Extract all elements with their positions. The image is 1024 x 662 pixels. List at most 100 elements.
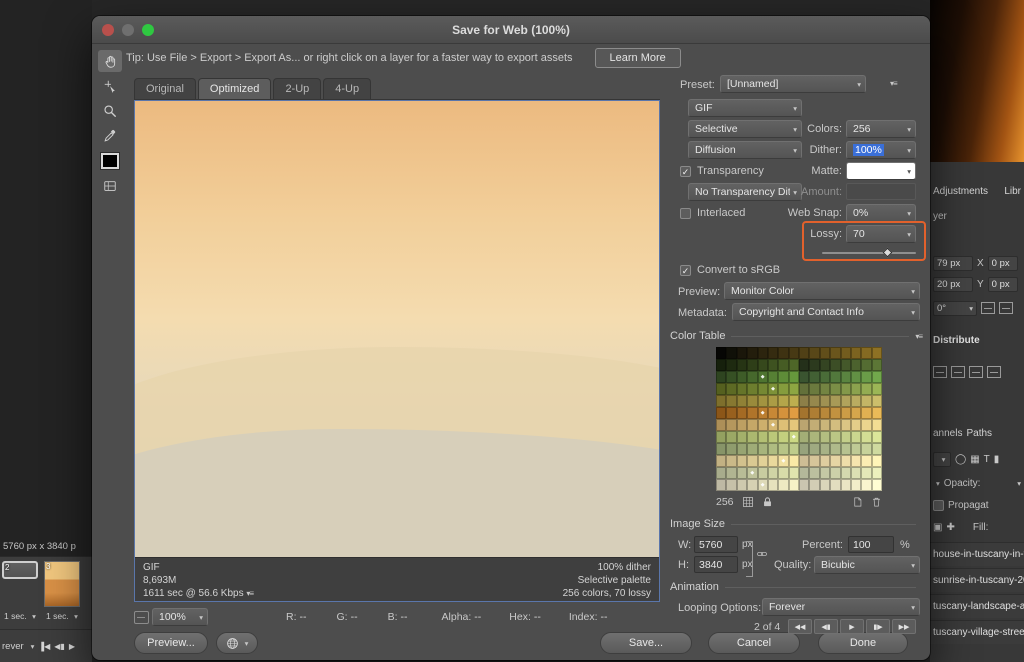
color-swatch[interactable] <box>820 467 830 479</box>
matte-swatch-select[interactable]: ▾ <box>846 162 916 180</box>
color-swatch[interactable] <box>716 347 726 359</box>
propagate-checkbox[interactable] <box>933 500 944 511</box>
color-swatch[interactable] <box>778 395 788 407</box>
color-swatch[interactable] <box>830 359 840 371</box>
layer-item[interactable]: tuscany-village-street- <box>930 620 1024 644</box>
color-swatch[interactable] <box>841 431 851 443</box>
color-swatch[interactable] <box>851 431 861 443</box>
color-swatch[interactable] <box>747 479 757 491</box>
color-swatch[interactable] <box>851 395 861 407</box>
color-swatch[interactable] <box>841 359 851 371</box>
color-swatch[interactable] <box>799 347 809 359</box>
first-frame-button[interactable]: ◀◀ <box>788 619 812 634</box>
chevron-down-icon[interactable]: ▾ <box>1017 479 1021 488</box>
color-swatch[interactable] <box>830 479 840 491</box>
color-swatch[interactable] <box>861 395 871 407</box>
color-swatch[interactable] <box>851 467 861 479</box>
color-swatch[interactable] <box>768 395 778 407</box>
color-swatch[interactable] <box>737 383 747 395</box>
type-tool-icon[interactable]: T <box>984 454 990 465</box>
color-swatch[interactable] <box>830 467 840 479</box>
lossy-select[interactable]: 70 ▾ <box>846 225 916 243</box>
color-swatch[interactable] <box>872 371 882 383</box>
color-swatch[interactable] <box>809 455 819 467</box>
height-field[interactable]: 20 px <box>933 277 973 292</box>
bars-icon[interactable]: ▮ <box>994 454 1000 465</box>
distribute-bottom-icon[interactable] <box>969 366 983 378</box>
color-swatch[interactable] <box>830 407 840 419</box>
color-swatch[interactable] <box>841 455 851 467</box>
color-swatch[interactable] <box>809 467 819 479</box>
color-swatch[interactable] <box>872 479 882 491</box>
color-swatch[interactable] <box>716 431 726 443</box>
color-swatch[interactable] <box>820 407 830 419</box>
zoom-window-button[interactable] <box>142 24 154 36</box>
color-swatch[interactable] <box>820 371 830 383</box>
color-swatch[interactable] <box>861 383 871 395</box>
color-swatch[interactable] <box>758 407 768 419</box>
delete-color-icon[interactable] <box>871 496 882 508</box>
color-swatch[interactable] <box>830 371 840 383</box>
color-swatch[interactable] <box>726 419 736 431</box>
color-swatch[interactable] <box>737 407 747 419</box>
color-swatch[interactable] <box>768 359 778 371</box>
color-swatch[interactable] <box>768 371 778 383</box>
tab-optimized[interactable]: Optimized <box>198 78 272 99</box>
color-swatch[interactable] <box>809 359 819 371</box>
blend-mode-select[interactable]: ▾ <box>933 452 951 467</box>
color-swatch[interactable] <box>726 347 736 359</box>
color-swatch[interactable] <box>747 467 757 479</box>
chevron-down-icon[interactable]: ▾ <box>936 479 940 488</box>
tab-adjustments[interactable]: Adjustments <box>933 186 988 197</box>
color-swatch[interactable] <box>799 395 809 407</box>
color-swatch[interactable] <box>851 359 861 371</box>
color-swatch[interactable] <box>716 383 726 395</box>
color-swatch[interactable] <box>737 455 747 467</box>
websnap-select[interactable]: 0% ▾ <box>846 204 916 222</box>
color-swatch[interactable] <box>851 347 861 359</box>
color-swatch[interactable] <box>716 371 726 383</box>
color-swatch[interactable] <box>841 443 851 455</box>
color-swatch[interactable] <box>758 419 768 431</box>
lock-transparency-icon[interactable]: ▣ <box>933 522 942 533</box>
metadata-select[interactable]: Copyright and Contact Info ▾ <box>732 303 920 321</box>
color-swatch[interactable] <box>861 347 871 359</box>
color-swatch[interactable] <box>861 419 871 431</box>
color-swatch[interactable] <box>841 407 851 419</box>
color-swatch[interactable] <box>726 395 736 407</box>
color-swatch[interactable] <box>872 419 882 431</box>
timeline-frame-2[interactable]: 2 <box>2 561 38 579</box>
lock-color-icon[interactable] <box>762 496 773 508</box>
eyedropper-color-swatch[interactable] <box>98 150 122 172</box>
color-swatch[interactable] <box>758 383 768 395</box>
color-swatch[interactable] <box>758 467 768 479</box>
color-swatch[interactable] <box>789 407 799 419</box>
zoom-level-select[interactable]: 100% ▾ <box>152 608 208 626</box>
optimized-preview-pane[interactable]: GIF 8,693M 1611 sec @ 56.6 Kbps ▾≡ 100% … <box>134 100 660 602</box>
color-swatch[interactable] <box>861 479 871 491</box>
width-input[interactable]: 5760 <box>694 536 738 553</box>
last-frame-button[interactable]: ▶▶ <box>892 619 916 634</box>
color-swatch[interactable] <box>820 455 830 467</box>
color-swatch[interactable] <box>809 407 819 419</box>
color-swatch[interactable] <box>778 359 788 371</box>
color-swatch[interactable] <box>820 479 830 491</box>
color-swatch[interactable] <box>768 467 778 479</box>
color-swatch[interactable] <box>778 383 788 395</box>
tab-original[interactable]: Original <box>134 78 196 99</box>
color-swatch[interactable] <box>841 467 851 479</box>
color-swatch[interactable] <box>758 395 768 407</box>
color-swatch[interactable] <box>747 383 757 395</box>
color-swatch[interactable] <box>861 443 871 455</box>
color-swatch[interactable] <box>768 347 778 359</box>
color-swatch[interactable] <box>747 419 757 431</box>
color-swatch[interactable] <box>778 419 788 431</box>
color-swatch[interactable] <box>716 395 726 407</box>
color-swatch[interactable] <box>747 371 757 383</box>
color-swatch[interactable] <box>716 455 726 467</box>
color-swatch[interactable] <box>758 371 768 383</box>
previous-frame-button[interactable]: ◀▮ <box>54 642 65 651</box>
learn-more-button[interactable]: Learn More <box>595 48 681 68</box>
color-swatch[interactable] <box>851 479 861 491</box>
timeline-frame-3[interactable]: 3 <box>44 561 80 607</box>
